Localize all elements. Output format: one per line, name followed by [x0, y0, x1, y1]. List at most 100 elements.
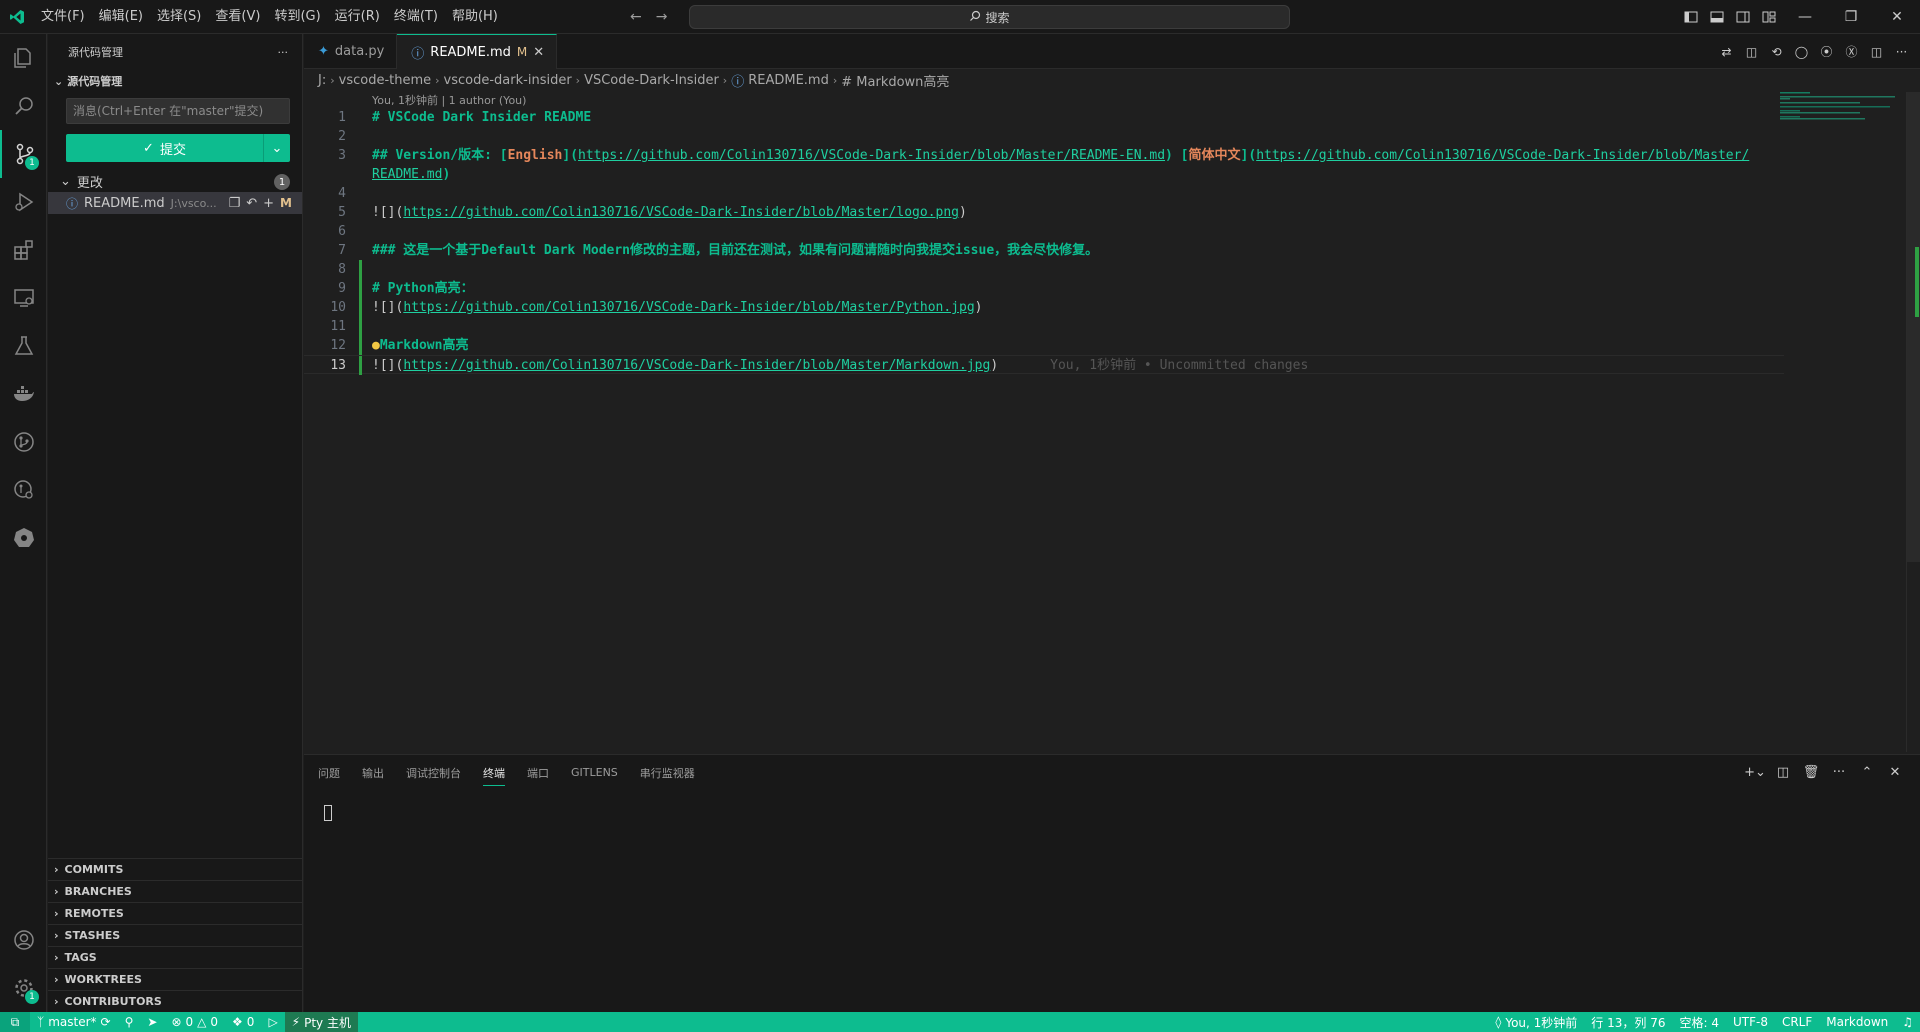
menu-help[interactable]: 帮助(H) [445, 0, 505, 34]
gitlens-inspect-icon[interactable] [0, 466, 47, 514]
tab-readme-md[interactable]: ⓘ README.md M ✕ [397, 34, 558, 69]
commit-main-button[interactable]: ✓ 提交 [66, 134, 264, 162]
run-status[interactable]: ▷ [261, 1012, 284, 1032]
section-branches[interactable]: › BRANCHES [48, 880, 302, 902]
back-arrow-icon[interactable]: ← [630, 9, 642, 25]
breadcrumb-symbol[interactable]: # Markdown高亮 [841, 71, 949, 90]
open-file-icon[interactable]: ❐ [229, 196, 241, 211]
indentation-status[interactable]: 空格: 4 [1672, 1012, 1726, 1032]
more-panel-actions-icon[interactable]: ··· [1826, 755, 1852, 790]
link-url[interactable]: https://github.com/Colin130716/VSCode-Da… [403, 205, 959, 220]
problems-status[interactable]: ⊗ 0 △ 0 [164, 1012, 225, 1032]
explorer-icon[interactable] [0, 34, 47, 82]
extensions-icon[interactable] [0, 226, 47, 274]
maximize-panel-icon[interactable]: ⌃ [1854, 755, 1880, 790]
section-stashes[interactable]: › STASHES [48, 924, 302, 946]
eol-status[interactable]: CRLF [1775, 1012, 1819, 1032]
ports-status[interactable]: ❖ 0 [225, 1012, 261, 1032]
run-debug-icon[interactable] [0, 178, 47, 226]
pty-host-status[interactable]: ⚡ Pty 主机 [284, 1012, 358, 1032]
section-remotes[interactable]: › REMOTES [48, 902, 302, 924]
menu-view[interactable]: 查看(V) [208, 0, 267, 34]
remote-explorer-icon[interactable] [0, 274, 47, 322]
tab-debug-console[interactable]: 调试控制台 [406, 765, 461, 781]
discard-changes-icon[interactable]: ↶ [246, 196, 257, 211]
open-changes-icon[interactable]: ⇄ [1714, 34, 1739, 69]
breadcrumb-folder[interactable]: vscode-dark-insider [444, 73, 572, 88]
kubernetes-icon[interactable] [0, 514, 47, 562]
close-tab-icon[interactable]: ✕ [533, 45, 544, 60]
link-url[interactable]: https://github.com/Colin130716/VSCode-Da… [578, 148, 1165, 163]
gitlens-toggle-icon[interactable]: Ⓧ [1839, 34, 1864, 69]
split-terminal-icon[interactable]: ◫ [1770, 755, 1796, 790]
stage-changes-icon[interactable]: + [263, 196, 274, 211]
encoding-status[interactable]: UTF-8 [1726, 1012, 1775, 1032]
source-control-icon[interactable]: 1 [0, 130, 47, 178]
account-icon[interactable] [0, 916, 47, 964]
toggle-panel-icon[interactable] [1704, 0, 1730, 34]
restore-button[interactable]: ❐ [1828, 0, 1874, 34]
kill-terminal-icon[interactable]: 🗑 [1798, 755, 1824, 790]
menu-run[interactable]: 运行(R) [328, 0, 387, 34]
scm-section-header[interactable]: ⌄ 源代码管理 [48, 70, 302, 92]
menu-terminal[interactable]: 终端(T) [387, 0, 445, 34]
forward-arrow-icon[interactable]: → [656, 9, 668, 25]
terminal-cursor[interactable] [324, 805, 332, 821]
section-worktrees[interactable]: › WORKTREES [48, 968, 302, 990]
link-url[interactable]: README.md [372, 167, 442, 182]
compare-previous-icon[interactable]: ◯ [1789, 34, 1814, 69]
search-view-icon[interactable] [0, 82, 47, 130]
commit-dropdown-button[interactable]: ⌄ [264, 134, 290, 162]
lightbulb-icon[interactable]: ● [372, 338, 380, 353]
gitlens-graph-status[interactable]: ⚲ [118, 1012, 141, 1032]
open-preview-icon[interactable]: ◫ [1739, 34, 1764, 69]
editor-scrollbar[interactable] [1906, 92, 1920, 752]
cursor-position[interactable]: 行 13，列 76 [1584, 1012, 1672, 1032]
more-editor-actions-icon[interactable]: ··· [1889, 34, 1914, 69]
section-commits[interactable]: › COMMITS [48, 858, 302, 880]
split-editor-icon[interactable]: ◫ [1864, 34, 1889, 69]
settings-gear-icon[interactable]: 1 [0, 964, 47, 1012]
menu-selection[interactable]: 选择(S) [150, 0, 208, 34]
customize-layout-icon[interactable] [1756, 0, 1782, 34]
previous-change-icon[interactable]: ⟲ [1764, 34, 1789, 69]
minimap[interactable] [1780, 92, 1900, 152]
gitlens-icon[interactable] [0, 418, 47, 466]
commit-button[interactable]: ✓ 提交 ⌄ [66, 134, 290, 162]
codelens-blame[interactable]: You, 1秒钟前 | 1 author (You) [372, 92, 526, 108]
close-window-button[interactable]: ✕ [1874, 0, 1920, 34]
changes-group-header[interactable]: ⌄ 更改 1 [48, 170, 302, 192]
section-tags[interactable]: › TAGS [48, 946, 302, 968]
link-url[interactable]: https://github.com/Colin130716/VSCode-Da… [1256, 148, 1749, 163]
sync-icon[interactable]: ⟳ [101, 1015, 111, 1029]
new-terminal-icon[interactable]: +⌄ [1742, 755, 1768, 790]
toggle-sidebar-icon[interactable] [1678, 0, 1704, 34]
tab-ports[interactable]: 端口 [527, 765, 549, 781]
testing-icon[interactable] [0, 322, 47, 370]
language-mode[interactable]: Markdown [1819, 1012, 1895, 1032]
breadcrumb-folder[interactable]: vscode-theme [339, 73, 432, 88]
blame-status[interactable]: ◊ You, 1秒钟前 [1488, 1012, 1584, 1032]
section-contributors[interactable]: › CONTRIBUTORS [48, 990, 302, 1012]
toggle-secondary-sidebar-icon[interactable] [1730, 0, 1756, 34]
tab-gitlens[interactable]: GITLENS [571, 766, 618, 779]
tab-terminal[interactable]: 终端 [483, 765, 505, 786]
link-url[interactable]: https://github.com/Colin130716/VSCode-Da… [403, 300, 974, 315]
breadcrumb-drive[interactable]: J: [318, 73, 326, 88]
tab-data-py[interactable]: ✦ data.py [304, 34, 398, 69]
branch-status[interactable]: ᛉ master* ⟳ [30, 1012, 118, 1032]
launchpad-status[interactable]: ➤ [140, 1012, 164, 1032]
remote-indicator-icon[interactable]: ⧉ [0, 1012, 30, 1032]
docker-icon[interactable] [0, 370, 47, 418]
code-editor[interactable]: 1 # VSCode Dark Insider README 2 3 ## Vers… [304, 108, 1784, 375]
minimize-button[interactable]: — [1782, 0, 1828, 34]
menu-file[interactable]: 文件(F) [34, 0, 92, 34]
menu-edit[interactable]: 编辑(E) [92, 0, 150, 34]
close-panel-icon[interactable]: ✕ [1882, 755, 1908, 790]
changed-file-row[interactable]: ⓘ README.md J:\vsco... ❐ ↶ + M [48, 192, 302, 214]
scroll-thumb[interactable] [1907, 92, 1920, 562]
command-center-search[interactable]: 搜索 [689, 5, 1290, 29]
tab-problems[interactable]: 问题 [318, 765, 340, 781]
breadcrumb-folder[interactable]: VSCode-Dark-Insider [584, 73, 719, 88]
commit-message-input[interactable]: 消息(Ctrl+Enter 在"master"提交) [66, 98, 290, 124]
